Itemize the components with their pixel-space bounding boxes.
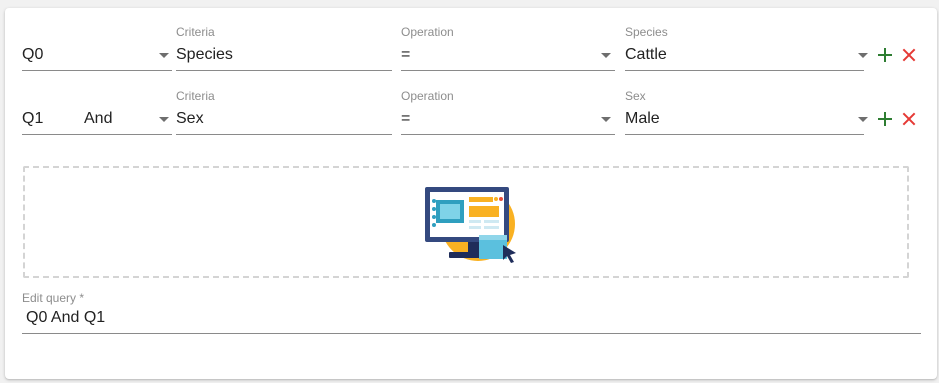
criteria-value: Species: [176, 46, 233, 63]
value-select-q1[interactable]: Sex Male: [625, 89, 868, 135]
caret-down-icon: [858, 117, 868, 122]
remove-condition-button[interactable]: [902, 112, 916, 126]
caret-down-icon: [858, 53, 868, 58]
query-visual-dropzone[interactable]: [23, 166, 909, 278]
value-value: Cattle: [625, 46, 667, 63]
operation-label: Operation: [401, 89, 454, 103]
operation-value: =: [401, 110, 411, 127]
operation-label: Operation: [401, 25, 454, 39]
query-builder-card: Q0 Criteria Species Operation = Species …: [5, 8, 937, 379]
edit-query-label: Edit query *: [22, 291, 85, 305]
conjunction: And: [84, 110, 113, 127]
value-value: Male: [625, 110, 660, 127]
query-select-q1[interactable]: Q1 And: [22, 94, 172, 135]
caret-down-icon: [159, 117, 169, 122]
operation-select-q1[interactable]: Operation =: [401, 89, 615, 135]
query-id: Q0: [22, 46, 44, 63]
remove-condition-button[interactable]: [902, 48, 916, 62]
caret-down-icon: [601, 117, 611, 122]
value-select-q0[interactable]: Species Cattle: [625, 25, 868, 71]
add-condition-button[interactable]: [878, 112, 892, 126]
operation-value: =: [401, 46, 411, 63]
computer-monitor-cursor-illustration: [425, 187, 516, 263]
value-label: Sex: [625, 89, 646, 103]
query-id: Q1: [22, 110, 44, 127]
edit-query-field[interactable]: Edit query * Q0 And Q1: [22, 291, 921, 334]
operation-select-q0[interactable]: Operation =: [401, 25, 615, 71]
caret-down-icon: [159, 53, 169, 58]
value-label: Species: [625, 25, 668, 39]
criteria-value: Sex: [176, 110, 204, 127]
caret-down-icon: [601, 53, 611, 58]
edit-query-value: Q0 And Q1: [26, 309, 106, 326]
criteria-label: Criteria: [176, 89, 215, 103]
add-condition-button[interactable]: [878, 48, 892, 62]
query-select-q0[interactable]: Q0: [22, 30, 172, 71]
criteria-label: Criteria: [176, 25, 215, 39]
criteria-field-q1[interactable]: Criteria Sex: [176, 89, 392, 135]
criteria-field-q0[interactable]: Criteria Species: [176, 25, 392, 71]
